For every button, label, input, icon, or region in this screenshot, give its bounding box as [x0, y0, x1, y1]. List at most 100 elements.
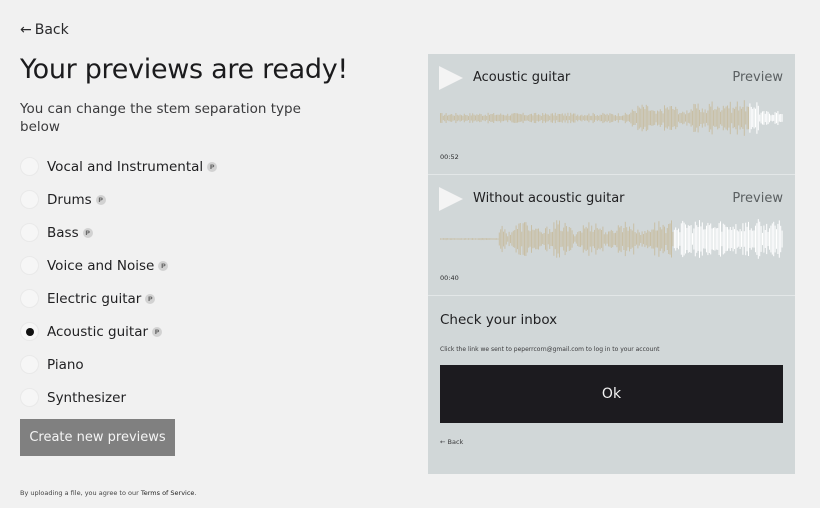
- option-voice-and-noise[interactable]: Voice and Noise P: [20, 249, 217, 282]
- waveform-bar: [448, 238, 450, 240]
- create-new-previews-button[interactable]: Create new previews: [20, 419, 175, 456]
- waveform[interactable]: [440, 217, 783, 261]
- waveform-bar: [711, 101, 713, 135]
- waveform-bar: [696, 225, 698, 253]
- waveform-bar: [602, 112, 604, 124]
- waveform-bar: [570, 227, 572, 251]
- waveform-bar: [629, 226, 630, 252]
- panel-back-link[interactable]: ← Back: [440, 438, 463, 446]
- waveform-bar: [543, 114, 545, 122]
- waveform-bar: [771, 223, 773, 255]
- radio-button[interactable]: [20, 289, 39, 308]
- waveform-bar: [589, 115, 591, 121]
- waveform-bar: [749, 103, 751, 133]
- waveform-bar: [676, 230, 678, 248]
- premium-icon: P: [158, 260, 169, 271]
- radio-button[interactable]: [20, 190, 39, 209]
- waveform-bar: [574, 113, 576, 123]
- track-time: 00:40: [440, 274, 459, 282]
- terms-of-service-link[interactable]: Terms of Service: [141, 489, 195, 497]
- preview-label: Preview: [732, 191, 783, 206]
- waveform-bar: [735, 224, 737, 254]
- waveform-bar: [682, 111, 684, 125]
- waveform-bar: [668, 109, 670, 127]
- waveform-bar: [596, 228, 598, 250]
- play-icon[interactable]: [439, 187, 463, 211]
- waveform-bar: [686, 227, 688, 250]
- waveform-bar: [739, 229, 741, 249]
- waveform-bar: [454, 115, 455, 121]
- waveform-bar: [552, 231, 553, 247]
- waveform-bar: [665, 233, 667, 245]
- radio-button[interactable]: [20, 157, 39, 176]
- radio-button-selected[interactable]: [20, 322, 39, 341]
- waveform-bar: [529, 114, 531, 122]
- radio-button[interactable]: [20, 256, 39, 275]
- option-piano[interactable]: Piano: [20, 348, 217, 381]
- waveform-bar: [490, 238, 492, 240]
- waveform[interactable]: [440, 96, 783, 140]
- waveform-bar: [619, 227, 621, 251]
- waveform-bar: [483, 115, 485, 121]
- play-icon[interactable]: [439, 66, 463, 90]
- waveform-bar: [678, 114, 679, 122]
- waveform-bar: [545, 113, 546, 123]
- ok-button[interactable]: Ok: [440, 365, 783, 423]
- waveform-bar: [476, 238, 478, 240]
- waveform-bar: [650, 232, 651, 246]
- waveform-bar: [637, 105, 639, 131]
- option-drums[interactable]: Drums P: [20, 183, 217, 216]
- option-synthesizer[interactable]: Synthesizer: [20, 381, 217, 414]
- waveform-bar: [673, 109, 675, 127]
- waveform-bar: [545, 228, 546, 250]
- waveform-bar: [620, 116, 622, 120]
- waveform-bar: [680, 113, 682, 123]
- waveform-bar: [554, 228, 556, 250]
- waveform-bar: [717, 228, 719, 250]
- waveform-bar: [466, 115, 468, 121]
- waveform-bar: [564, 222, 566, 256]
- waveform-bar: [687, 225, 689, 253]
- radio-button[interactable]: [20, 355, 39, 374]
- back-link[interactable]: ← Back: [20, 22, 69, 38]
- waveform-bar: [626, 227, 628, 251]
- waveform-bar: [753, 230, 755, 248]
- waveform-bar: [672, 231, 674, 247]
- waveform-bar: [711, 228, 713, 250]
- waveform-bar: [720, 111, 721, 125]
- waveform-bar: [669, 223, 671, 255]
- waveform-bar: [652, 110, 654, 126]
- waveform-bar: [497, 114, 499, 122]
- waveform-bar: [526, 225, 528, 253]
- waveform-bar: [539, 114, 541, 122]
- waveform-bar: [766, 223, 768, 255]
- radio-button[interactable]: [20, 223, 39, 242]
- waveform-bar: [522, 112, 524, 124]
- waveform-bar: [622, 115, 623, 121]
- waveform-bar: [701, 108, 703, 128]
- waveform-bar: [524, 115, 525, 121]
- radio-button[interactable]: [20, 388, 39, 407]
- waveform-bar: [507, 113, 509, 123]
- option-bass[interactable]: Bass P: [20, 216, 217, 249]
- waveform-bar: [729, 101, 731, 135]
- waveform-bar: [556, 220, 558, 258]
- option-acoustic-guitar[interactable]: Acoustic guitar P: [20, 315, 217, 348]
- waveform-bar: [731, 112, 733, 124]
- option-electric-guitar[interactable]: Electric guitar P: [20, 282, 217, 315]
- waveform-bar: [760, 112, 762, 124]
- option-label: Acoustic guitar: [47, 323, 149, 340]
- waveform-bar: [696, 108, 698, 128]
- waveform-bar: [507, 236, 509, 242]
- option-vocal-and-instrumental[interactable]: Vocal and Instrumental P: [20, 150, 218, 183]
- waveform-bar: [759, 221, 761, 257]
- waveform-bar: [757, 105, 759, 131]
- waveform-bar: [713, 110, 714, 126]
- waveform-bar: [442, 115, 444, 121]
- waveform-bar: [731, 230, 733, 248]
- waveform-bar: [454, 238, 455, 240]
- waveform-bar: [752, 230, 754, 248]
- waveform-bar: [728, 108, 730, 128]
- waveform-bar: [511, 232, 513, 246]
- waveform-bar: [743, 100, 745, 136]
